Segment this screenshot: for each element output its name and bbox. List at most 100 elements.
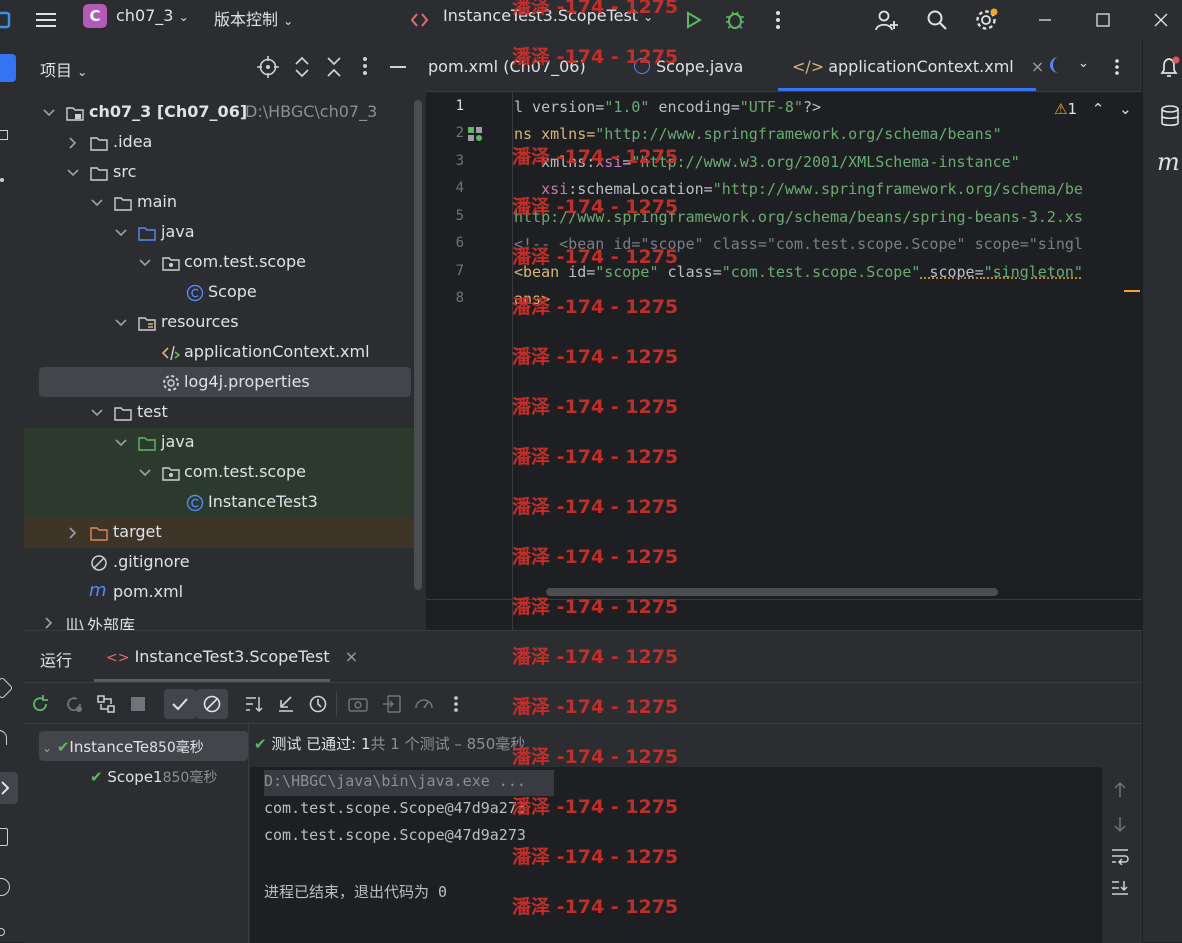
git-tool-icon[interactable] (0, 928, 5, 936)
run-tool-icon[interactable] (0, 772, 18, 804)
code-line-6[interactable]: <!-- <bean id="scope" class="com.test.sc… (514, 235, 1083, 253)
tab-options-icon[interactable] (1114, 58, 1120, 76)
more-actions-icon[interactable] (761, 3, 795, 37)
tree-item-target[interactable]: target (24, 518, 414, 548)
import-tests-icon[interactable] (380, 692, 404, 716)
sort-icon[interactable] (242, 692, 266, 716)
code-line-4[interactable]: xsi:schemaLocation="http://www.springfra… (514, 180, 1083, 198)
tab-pom-xml[interactable]: pom.xml (Ch07_06) (428, 57, 586, 76)
code-line-2[interactable]: ns xmlns="http://www.springframework.org… (514, 125, 1002, 143)
scroll-to-end-icon[interactable] (1110, 879, 1130, 897)
tree-item-log4j-properties[interactable]: log4j.properties (24, 368, 414, 398)
search-icon[interactable] (920, 3, 954, 37)
hide-panel-icon[interactable] (390, 66, 406, 68)
class-icon (634, 58, 650, 74)
tree-item-test-package[interactable]: com.test.scope (24, 458, 414, 488)
toggle-auto-test-icon[interactable] (94, 692, 118, 716)
close-tab-icon[interactable]: × (345, 647, 358, 666)
code-line-5[interactable]: http://www.springframework.org/schema/be… (514, 208, 1083, 226)
spring-bean-gutter-icon[interactable] (468, 127, 482, 141)
main-menu-icon[interactable] (29, 3, 63, 37)
tree-item-main-java[interactable]: java (24, 218, 414, 248)
tree-item-test-java[interactable]: java (24, 428, 414, 458)
tree-item-scope-class[interactable]: Scope (24, 278, 414, 308)
next-highlight-icon[interactable]: ⌄ (1119, 100, 1132, 118)
tree-item-label: Scope (208, 282, 257, 301)
console-output[interactable]: D:\HBGC\java\bin\java.exe ... com.test.s… (250, 767, 1102, 943)
tree-item-test[interactable]: test (24, 398, 414, 428)
tab-scope-java[interactable]: Scope.java (634, 57, 743, 76)
tree-item-project-root[interactable]: ch07_3 [Ch07_06] D:\HBGC\ch07_3 (24, 98, 414, 128)
add-user-icon[interactable] (870, 3, 904, 37)
expand-all-icon[interactable] (292, 56, 312, 78)
editor-horizontal-scrollbar[interactable] (546, 588, 998, 596)
project-badge[interactable]: C (83, 4, 107, 28)
chevron-right-icon (45, 617, 53, 629)
stop-icon[interactable] (126, 692, 150, 716)
structure-tool-icon[interactable] (0, 130, 8, 140)
run-tab[interactable]: <> InstanceTest3.ScopeTest × (106, 647, 358, 666)
previous-highlight-icon[interactable]: ⌃ (1092, 100, 1105, 118)
tree-item-main[interactable]: main (24, 188, 414, 218)
debug-icon[interactable] (718, 3, 752, 37)
tree-item-gitignore[interactable]: .gitignore (24, 548, 414, 578)
rerun-failed-icon[interactable] (62, 692, 86, 716)
database-icon[interactable] (1159, 104, 1181, 128)
test-tree-item-root[interactable]: ⌄ ✔InstanceTe850毫秒 (42, 737, 248, 757)
collapse-tests-icon[interactable] (274, 692, 298, 716)
locate-icon[interactable] (257, 56, 279, 78)
screenshot-icon[interactable] (346, 692, 370, 716)
maximize-icon[interactable] (1086, 3, 1120, 37)
close-tab-icon[interactable]: × (1031, 57, 1044, 76)
tree-item-src[interactable]: src (24, 158, 414, 188)
services-tool-icon[interactable] (0, 676, 14, 700)
show-passed-toggle[interactable] (164, 689, 196, 719)
code-line-7[interactable]: <bean id="scope" class="com.test.scope.S… (514, 263, 1083, 281)
chevron-down-icon: ⌄ (643, 10, 654, 24)
collapse-all-icon[interactable] (324, 56, 344, 78)
warning-stripe-marker[interactable] (1124, 290, 1140, 292)
tree-item-main-package[interactable]: com.test.scope (24, 248, 414, 278)
show-ignored-toggle[interactable] (196, 689, 228, 719)
terminal-tool-icon[interactable] (0, 828, 8, 846)
project-tool-icon[interactable] (0, 54, 16, 82)
tree-item-pom[interactable]: m pom.xml (24, 578, 414, 608)
tree-item-external-libraries[interactable]: 外部库 (24, 608, 414, 630)
minimize-icon[interactable] (1028, 3, 1062, 37)
tree-item-application-context[interactable]: applicationContext.xml (24, 338, 414, 368)
tree-item-resources[interactable]: resources (24, 308, 414, 338)
project-name[interactable]: ch07_3 ⌄ (116, 6, 189, 25)
problems-tool-icon[interactable] (0, 878, 10, 896)
coverage-icon[interactable] (412, 692, 436, 716)
settings-icon[interactable] (969, 3, 1003, 37)
more-tools-icon[interactable] (0, 178, 4, 182)
project-scrollbar[interactable] (414, 100, 422, 590)
soft-wrap-icon[interactable] (1110, 847, 1130, 865)
notifications-icon[interactable] (1157, 56, 1181, 80)
tab-application-context[interactable]: </> applicationContext.xml × (792, 57, 1044, 76)
run-config-icon: <> (106, 650, 130, 666)
code-line-1[interactable]: l version="1.0" encoding="UTF-8"?> (514, 98, 821, 116)
rerun-icon[interactable] (28, 692, 52, 716)
code-line-3[interactable]: xmlns:xsi="http://www.w3.org/2001/XMLSch… (514, 153, 1020, 171)
class-icon (186, 494, 204, 512)
code-line-8[interactable]: ans> (514, 290, 550, 308)
maven-tool-icon[interactable]: m (1157, 148, 1180, 176)
test-tree-divider[interactable] (248, 724, 249, 943)
tab-list-chevron-icon[interactable]: ⌄ (1078, 56, 1089, 71)
tree-item-instance-test3[interactable]: InstanceTest3 (24, 488, 414, 518)
scroll-down-icon[interactable] (1112, 815, 1128, 833)
test-tree-item-scope1[interactable]: ✔ Scope1850毫秒 (90, 767, 217, 787)
close-window-icon[interactable] (1144, 3, 1178, 37)
run-config-selector[interactable]: InstanceTest3.ScopeTest ⌄ (443, 6, 653, 25)
scroll-up-icon[interactable] (1112, 781, 1128, 799)
options-icon[interactable] (362, 56, 368, 76)
build-tool-icon[interactable] (0, 730, 7, 745)
project-panel-title[interactable]: 项目 ⌄ (40, 57, 87, 81)
vcs-menu[interactable]: 版本控制 ⌄ (214, 6, 293, 30)
run-icon[interactable] (676, 3, 710, 37)
test-history-icon[interactable] (306, 692, 330, 716)
run-options-icon[interactable] (444, 692, 468, 716)
tree-item-idea[interactable]: .idea (24, 128, 414, 158)
inspection-widget[interactable]: ⚠1 ⌃ ⌄ (1054, 100, 1132, 118)
